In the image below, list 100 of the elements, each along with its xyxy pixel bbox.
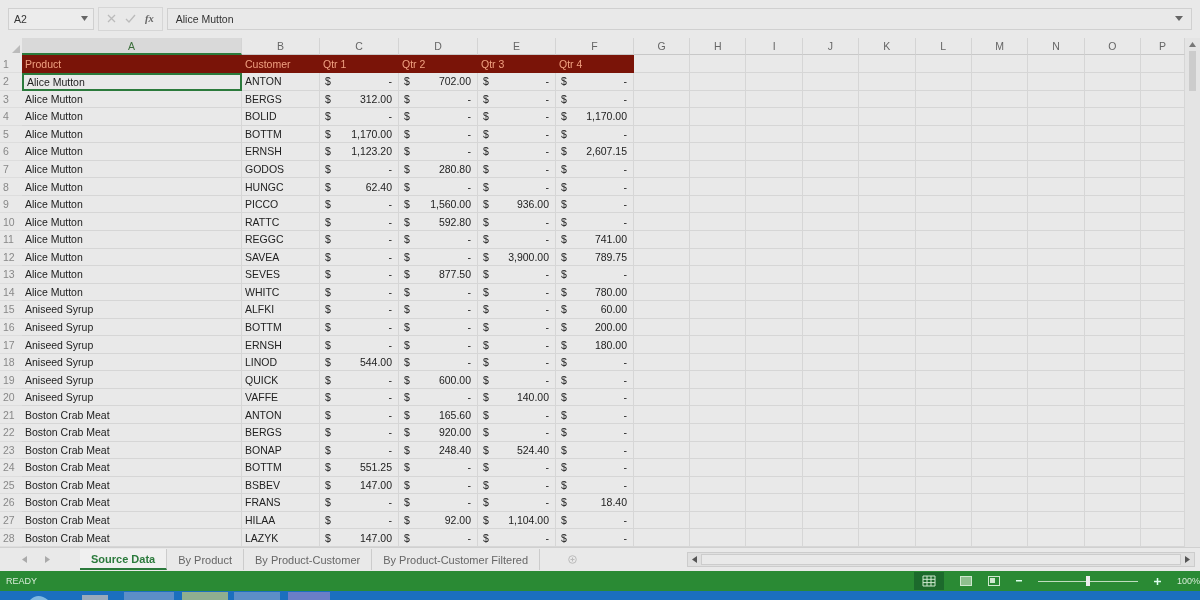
name-box[interactable]: A2 xyxy=(8,7,94,30)
sheet-tab[interactable]: By Product xyxy=(167,549,244,571)
row-number[interactable]: 5 xyxy=(0,125,22,144)
row-number[interactable]: 26 xyxy=(0,494,22,512)
currency-symbol: $ xyxy=(404,92,410,105)
column-header[interactable]: L xyxy=(915,37,972,56)
amount: - xyxy=(467,285,471,298)
column-header[interactable]: N xyxy=(1028,37,1085,56)
vertical-scrollbar[interactable] xyxy=(1185,37,1200,548)
row-number[interactable]: 24 xyxy=(0,459,22,477)
amount: 140.00 xyxy=(516,391,549,404)
row-number[interactable]: 25 xyxy=(0,476,22,495)
column-header[interactable]: O xyxy=(1084,37,1142,56)
scroll-left-icon[interactable] xyxy=(692,556,698,564)
sheet-tab[interactable]: By Product-Customer xyxy=(244,549,373,571)
horizontal-scrollbar[interactable] xyxy=(687,552,1195,568)
row-number[interactable]: 10 xyxy=(0,213,22,231)
row-number[interactable]: 18 xyxy=(0,353,22,372)
row-number[interactable]: 17 xyxy=(0,336,22,354)
currency-symbol: $ xyxy=(325,110,331,123)
amount: - xyxy=(545,75,549,88)
column-header[interactable]: K xyxy=(859,37,916,56)
expand-icon[interactable] xyxy=(1175,16,1183,22)
column-header[interactable]: H xyxy=(690,37,747,56)
currency-symbol: $ xyxy=(561,180,567,193)
row-number[interactable]: 21 xyxy=(0,406,22,424)
row-number[interactable]: 12 xyxy=(0,248,22,267)
scroll-up-icon[interactable] xyxy=(1189,41,1196,47)
column-header[interactable]: I xyxy=(746,37,803,56)
table-cell: HILAA xyxy=(242,511,320,530)
table-cell: Alice Mutton xyxy=(22,230,242,249)
row-number[interactable]: 19 xyxy=(0,371,22,389)
amount: - xyxy=(545,496,549,509)
row-number[interactable]: 28 xyxy=(0,529,22,547)
row-number[interactable]: 23 xyxy=(0,441,22,460)
currency-symbol: $ xyxy=(325,303,331,316)
column-header[interactable]: A xyxy=(22,37,242,56)
amount: - xyxy=(388,320,392,333)
currency-symbol: $ xyxy=(325,233,331,246)
table-cell: BERGS xyxy=(242,90,320,109)
currency-symbol: $ xyxy=(561,391,567,404)
page-break-icon[interactable] xyxy=(987,576,1000,587)
currency-symbol: $ xyxy=(404,373,410,386)
insert-function-button[interactable]: fx xyxy=(145,13,154,25)
table-cell: GODOS xyxy=(242,160,320,179)
column-header[interactable]: M xyxy=(971,37,1029,56)
column-header[interactable]: G xyxy=(634,37,690,56)
column-header[interactable]: J xyxy=(802,37,860,56)
row-number[interactable]: 4 xyxy=(0,108,22,126)
amount: - xyxy=(623,478,627,491)
currency-symbol: $ xyxy=(325,285,331,298)
currency-symbol: $ xyxy=(404,303,410,316)
table-cell: FRANS xyxy=(242,494,320,512)
row-number[interactable]: 22 xyxy=(0,423,22,442)
amount: 147.00 xyxy=(359,531,392,544)
scroll-right-icon[interactable] xyxy=(1185,556,1190,564)
row-number[interactable]: 27 xyxy=(0,511,22,530)
sheet-tab[interactable]: By Product-Customer Filtered xyxy=(372,549,541,571)
row-number[interactable]: 14 xyxy=(0,283,22,302)
row-number[interactable]: 11 xyxy=(0,230,22,249)
amount: - xyxy=(467,145,471,158)
row-number[interactable]: 3 xyxy=(0,90,22,109)
select-all-icon[interactable] xyxy=(12,45,20,54)
table-cell: ANTON xyxy=(242,406,320,424)
row-number[interactable]: 6 xyxy=(0,143,22,161)
table-cell: Aniseed Syrup xyxy=(22,336,242,354)
cancel-icon[interactable] xyxy=(107,14,116,24)
table-cell: VAFFE xyxy=(242,388,320,407)
zoom-in-icon[interactable] xyxy=(1153,577,1161,585)
table-cell: Aniseed Syrup xyxy=(22,353,242,372)
row-number[interactable]: 7 xyxy=(0,160,22,179)
row-number[interactable]: 15 xyxy=(0,301,22,319)
scrollbar-thumb[interactable] xyxy=(701,554,1181,566)
currency-symbol: $ xyxy=(325,250,331,263)
row-number[interactable]: 8 xyxy=(0,178,22,196)
row-number[interactable]: 16 xyxy=(0,318,22,337)
next-sheet-icon[interactable] xyxy=(45,556,50,564)
previous-sheet-icon[interactable] xyxy=(22,556,27,564)
row-number[interactable]: 20 xyxy=(0,388,22,407)
currency-symbol: $ xyxy=(561,145,567,158)
sheet-tab[interactable]: Source Data xyxy=(80,549,168,571)
enter-icon[interactable] xyxy=(125,14,136,24)
zoom-slider[interactable] xyxy=(1085,575,1090,586)
zoom-level[interactable]: 100% xyxy=(1176,576,1200,587)
table-cell: QUICK xyxy=(242,371,320,389)
normal-view-icon[interactable] xyxy=(913,572,944,591)
scrollbar-thumb[interactable] xyxy=(1189,50,1196,91)
row-number[interactable]: 13 xyxy=(0,266,22,284)
zoom-out-icon[interactable] xyxy=(1015,580,1022,583)
currency-symbol: $ xyxy=(325,145,331,158)
add-sheet-icon[interactable] xyxy=(568,555,578,565)
currency-symbol: $ xyxy=(325,478,331,491)
row-number[interactable]: 2 xyxy=(0,73,22,91)
row-number[interactable]: 9 xyxy=(0,195,22,214)
currency-symbol: $ xyxy=(404,513,410,526)
amount: - xyxy=(545,163,549,176)
formula-field[interactable]: Alice Mutton xyxy=(166,7,1192,30)
amount: - xyxy=(545,373,549,386)
page-layout-icon[interactable] xyxy=(959,576,972,587)
table-cell: Alice Mutton xyxy=(22,195,242,214)
